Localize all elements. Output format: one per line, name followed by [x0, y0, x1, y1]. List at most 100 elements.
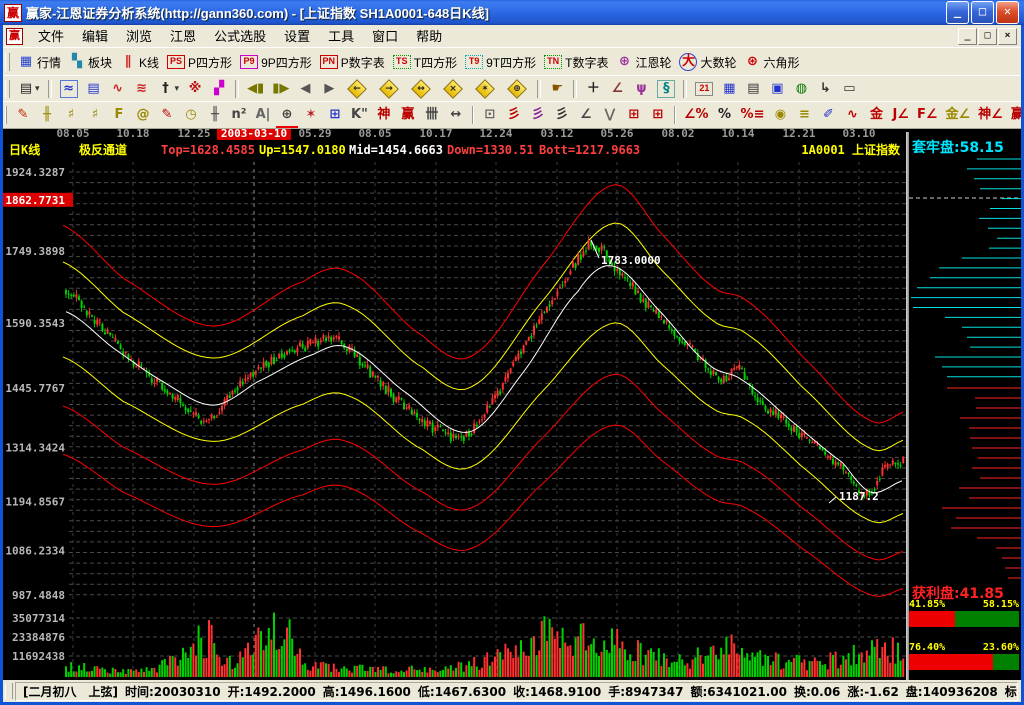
percent-levels-button[interactable]: %≡ [738, 104, 768, 126]
save-button[interactable]: ▣ [766, 78, 788, 100]
quotes-button[interactable]: ▦行情 [15, 51, 64, 73]
blue-pen-button[interactable]: ✐ [817, 104, 839, 126]
menu-window[interactable]: 窗口 [363, 27, 407, 46]
win-tool-button[interactable]: 赢 [397, 104, 419, 126]
9p-square-button[interactable]: P99P四方形 [237, 51, 315, 73]
last-page-button[interactable]: ▮▶ [269, 78, 292, 100]
calendar-button[interactable]: 21 [692, 78, 716, 100]
j-angle-button[interactable]: J∠ [889, 104, 912, 126]
menu-file[interactable]: 文件 [29, 27, 73, 46]
gann-marker-button[interactable]: ψ [630, 78, 652, 100]
f-angle-button[interactable]: F∠ [914, 104, 941, 126]
histogram-view-button[interactable]: ▞ [208, 78, 230, 100]
grid-red-1-button[interactable]: ⊞ [623, 104, 645, 126]
gann-wheel-button[interactable]: ⊕江恩轮 [613, 51, 674, 73]
gold-circle-button[interactable]: ◉ [769, 104, 791, 126]
gold-angle-button[interactable]: 金∠ [943, 104, 974, 126]
square-grid-button[interactable]: ⊞ [324, 104, 346, 126]
price-chart[interactable]: 1924.32871862.77311749.38981590.35431445… [3, 160, 906, 680]
pattern-marker-button[interactable]: § [654, 78, 678, 100]
select-box-button[interactable]: ⊡ [479, 104, 501, 126]
grid-red-2-button[interactable]: ⊞ [647, 104, 669, 126]
angle-lines-button[interactable]: ∠ [575, 104, 597, 126]
shift-left-button[interactable]: ← [342, 78, 372, 100]
t-number-button[interactable]: TNT数字表 [541, 51, 611, 73]
crosshair-button[interactable]: ＋ [582, 78, 604, 100]
t-square-button[interactable]: TST四方形 [390, 51, 460, 73]
shen-tool-button[interactable]: 神 [373, 104, 395, 126]
n-square-button[interactable]: n² [228, 104, 250, 126]
fan-dark-button[interactable]: 彡 [551, 104, 573, 126]
sectors-button[interactable]: ▚板块 [66, 51, 115, 73]
trend-wave-button[interactable]: ≈ [57, 78, 81, 100]
red-pen-button[interactable]: ✎ [156, 104, 178, 126]
notes-button[interactable]: ▤ [742, 78, 764, 100]
p-number-button[interactable]: PNP数字表 [317, 51, 388, 73]
draw-pen-button[interactable]: ✎ [12, 104, 34, 126]
child-minimize-button[interactable]: _ [958, 28, 977, 45]
spiral-button[interactable]: @ [132, 104, 154, 126]
menu-edit[interactable]: 编辑 [73, 27, 117, 46]
menu-formula-select[interactable]: 公式选股 [205, 27, 275, 46]
hexagon-button[interactable]: ⊛六角形 [742, 51, 803, 73]
fan-purple-button[interactable]: 彡 [527, 104, 549, 126]
strength-ratio-bar [909, 654, 1019, 670]
gold-red-button[interactable]: 金 [865, 104, 887, 126]
angle-measure-button[interactable]: ∠ [606, 78, 628, 100]
wave-tool-button[interactable]: ∿ [841, 104, 863, 126]
shen-angle-button[interactable]: 神∠ [975, 104, 1006, 126]
zoom-out-button[interactable]: ⊕ [502, 78, 532, 100]
menu-settings[interactable]: 设置 [275, 27, 319, 46]
bar-type-button[interactable]: †▾ [155, 78, 183, 100]
win-angle-button[interactable]: 赢∠ [1008, 104, 1021, 126]
gold-grid-2-button[interactable]: ♯ [84, 104, 106, 126]
9t-square-button[interactable]: T99T四方形 [462, 51, 539, 73]
print-button[interactable]: ▭ [838, 78, 860, 100]
data-download-button[interactable]: ◍ [790, 78, 812, 100]
ruler-grid-button[interactable]: 卌 [421, 104, 443, 126]
mirror-tool-button[interactable]: A| [252, 104, 274, 126]
zoom-in-button[interactable]: ✶ [470, 78, 500, 100]
menu-tools[interactable]: 工具 [319, 27, 363, 46]
fan-red-button[interactable]: 彡 [503, 104, 525, 126]
calculator-button[interactable]: ▦ [718, 78, 740, 100]
export-button[interactable]: ↳ [814, 78, 836, 100]
count-lines-button[interactable]: ╫ [204, 104, 226, 126]
span-arrows-button[interactable]: ↔ [445, 104, 467, 126]
page-next-button[interactable]: ▶ [318, 78, 340, 100]
period-type-button[interactable]: ▤▾ [15, 78, 43, 100]
star-wheel-button[interactable]: ✶ [300, 104, 322, 126]
first-page-button[interactable]: ◀▮ [244, 78, 267, 100]
info-doc-button[interactable]: ▤ [83, 78, 105, 100]
grid-lines-button[interactable]: ╫ [36, 104, 58, 126]
close-button[interactable]: ✕ [996, 1, 1019, 24]
gold-levels-button[interactable]: ≡ [793, 104, 815, 126]
shift-right-button[interactable]: → [374, 78, 404, 100]
page-prev-button[interactable]: ◀ [294, 78, 316, 100]
overlay-compare-button[interactable]: ※ [184, 78, 206, 100]
gann-circle-button[interactable]: ⊕ [276, 104, 298, 126]
gold-grid-1-button[interactable]: ♯ [60, 104, 82, 126]
drag-hand-button[interactable]: ☛ [546, 78, 568, 100]
time-cycle-button[interactable]: ◷ [180, 104, 202, 126]
v-lines-button[interactable]: ⋁ [599, 104, 621, 126]
menu-browse[interactable]: 浏览 [117, 27, 161, 46]
restore-button[interactable]: □ [971, 1, 994, 24]
title-bar[interactable]: 赢 赢家-江恩证券分析系统(http://gann360.com) - [上证指… [0, 0, 1024, 25]
percent-angle-button[interactable]: ∠% [681, 104, 712, 126]
kline-button[interactable]: ∥K线 [117, 51, 162, 73]
f-lines-button[interactable]: F [108, 104, 130, 126]
zoom-fit-button[interactable]: × [438, 78, 468, 100]
p-square-button[interactable]: PSP四方形 [164, 51, 235, 73]
minimize-button[interactable]: _ [946, 1, 969, 24]
k-marks-button[interactable]: K" [348, 104, 371, 126]
menu-gann[interactable]: 江恩 [161, 27, 205, 46]
menu-help[interactable]: 帮助 [407, 27, 451, 46]
child-restore-button[interactable]: □ [978, 28, 997, 45]
ma-9-button[interactable]: ≋ [131, 78, 153, 100]
big-wheel-button[interactable]: 大大数轮 [676, 51, 739, 73]
percent-button[interactable]: % [714, 104, 736, 126]
ma-3-button[interactable]: ∿ [107, 78, 129, 100]
child-close-button[interactable]: × [998, 28, 1017, 45]
zoom-horizontal-button[interactable]: ↔ [406, 78, 436, 100]
